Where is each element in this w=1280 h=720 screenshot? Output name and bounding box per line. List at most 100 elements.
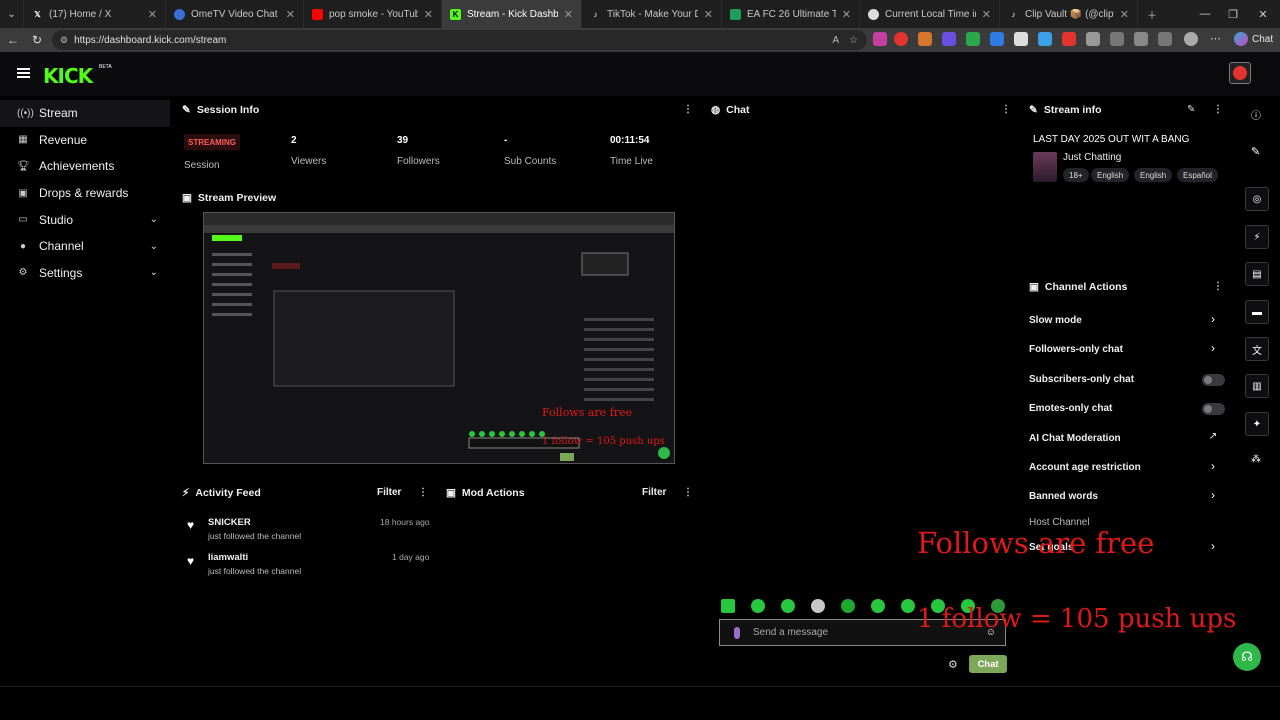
emote-icon[interactable]	[901, 599, 915, 613]
extension-icon[interactable]	[873, 32, 887, 46]
browser-tab-active[interactable]: K Stream - Kick Dashboard ✕	[442, 0, 582, 28]
browser-tab[interactable]: ♪ Clip Vault 📦 (@clipvaultw) ✕	[1000, 0, 1138, 28]
extension-icon[interactable]	[990, 32, 1004, 46]
back-button[interactable]: ←	[2, 29, 24, 51]
extension-icon[interactable]	[942, 32, 956, 46]
sidebar-item-settings[interactable]: ⚙ Settings ⌄	[0, 260, 170, 287]
split-screen-icon[interactable]	[1110, 32, 1124, 46]
extension-icon[interactable]	[1038, 32, 1052, 46]
stream-preview-video[interactable]: Follows are free 1 follow = 105 push ups	[203, 212, 675, 464]
stream-info-more-icon[interactable]: ⋮	[1213, 104, 1223, 115]
chevron-right-icon[interactable]: ›	[1200, 539, 1226, 553]
chevron-right-icon[interactable]: ›	[1200, 312, 1226, 326]
bookmark-star-icon[interactable]: ☆	[849, 35, 858, 46]
favorites-icon[interactable]	[1134, 32, 1148, 46]
browser-tab[interactable]: Current Local Time in New Y ✕	[860, 0, 1000, 28]
lightning-icon[interactable]: ⚡︎	[1245, 225, 1269, 249]
ublock-icon[interactable]	[894, 32, 908, 46]
action-followers-only[interactable]: Followers-only chat	[1029, 344, 1123, 355]
emote-icon[interactable]	[811, 599, 825, 613]
category-name[interactable]: Just Chatting	[1063, 152, 1121, 163]
action-banned-words[interactable]: Banned words	[1029, 491, 1098, 502]
site-info-icon[interactable]: ⚙	[60, 35, 68, 46]
chat-more-icon[interactable]: ⋮	[1001, 104, 1011, 115]
kick-logo[interactable]: KICK	[43, 64, 93, 88]
extensions-puzzle-icon[interactable]	[1086, 32, 1100, 46]
feed-item-name[interactable]: SNICKER	[208, 517, 251, 528]
sidebar-item-achievements[interactable]: 🏆︎ Achievements	[0, 153, 170, 180]
subscribers-only-toggle[interactable]	[1202, 374, 1225, 386]
action-account-age[interactable]: Account age restriction	[1029, 462, 1141, 473]
close-icon[interactable]: ✕	[424, 8, 433, 21]
close-icon[interactable]: ✕	[982, 8, 991, 21]
extension-icon[interactable]	[1014, 32, 1028, 46]
extension-icon[interactable]	[918, 32, 932, 46]
browser-tab[interactable]: OmeTV Video Chat — C ✕	[166, 0, 304, 28]
close-icon[interactable]: ✕	[148, 8, 157, 21]
chat-settings-gear-icon[interactable]: ⚙	[948, 658, 958, 671]
mod-more-icon[interactable]: ⋮	[683, 487, 693, 498]
sidebar-item-stream[interactable]: ((•)) Stream	[0, 100, 170, 127]
browser-tab[interactable]: pop smoke - YouTube ✕	[304, 0, 442, 28]
info-icon[interactable]: ⓘ	[1251, 107, 1261, 122]
sidebar-item-revenue[interactable]: ▦ Revenue	[0, 127, 170, 154]
document-icon[interactable]: ▤	[1245, 262, 1269, 286]
layout-icon[interactable]: ▥	[1245, 374, 1269, 398]
chat-send-button[interactable]: Chat	[969, 655, 1007, 673]
read-aloud-icon[interactable]: A	[832, 35, 839, 46]
close-icon[interactable]: ✕	[842, 8, 851, 21]
session-more-icon[interactable]: ⋮	[683, 104, 693, 115]
copilot-chat-button[interactable]: Chat	[1234, 32, 1273, 46]
chat-bubble-icon[interactable]: ▬	[1245, 300, 1269, 324]
channel-actions-more-icon[interactable]: ⋮	[1213, 281, 1223, 292]
chevron-right-icon[interactable]: ›	[1200, 459, 1226, 473]
external-link-icon[interactable]: ↗	[1200, 431, 1226, 442]
edit-pencil-icon[interactable]: ✎	[1187, 104, 1195, 115]
emote-icon[interactable]	[841, 599, 855, 613]
pencil-icon[interactable]: ✎	[1251, 145, 1260, 158]
reload-button[interactable]: ↻	[26, 29, 48, 51]
translate-icon[interactable]: 文	[1245, 337, 1269, 361]
close-icon[interactable]: ✕	[286, 8, 295, 21]
close-icon[interactable]: ✕	[1120, 8, 1129, 21]
collections-icon[interactable]	[1158, 32, 1172, 46]
sidebar-item-studio[interactable]: ▭ Studio ⌄	[0, 206, 170, 233]
close-icon[interactable]: ✕	[564, 8, 573, 21]
browser-tab[interactable]: ♪ TikTok - Make Your Day ✕	[582, 0, 722, 28]
action-slow-mode[interactable]: Slow mode	[1029, 315, 1082, 326]
menu-icon[interactable]	[17, 68, 30, 78]
camera-focus-icon[interactable]: ◎	[1245, 187, 1269, 211]
mod-filter-button[interactable]: Filter	[642, 487, 666, 498]
feed-item-name[interactable]: liamwalti	[208, 552, 248, 563]
emote-icon[interactable]	[781, 599, 795, 613]
more-options-icon[interactable]: ⋯	[1210, 32, 1221, 45]
window-close-button[interactable]: ✕	[1249, 0, 1277, 28]
sidebar-item-drops[interactable]: ▣ Drops & rewards	[0, 180, 170, 207]
chevron-right-icon[interactable]: ›	[1200, 488, 1226, 502]
tab-search-button[interactable]: ⌄	[0, 0, 24, 28]
chevron-right-icon[interactable]: ›	[1200, 341, 1226, 355]
emote-icon[interactable]	[721, 599, 735, 613]
new-tab-button[interactable]: ＋	[1138, 0, 1166, 28]
user-avatar[interactable]	[1229, 62, 1251, 84]
close-icon[interactable]: ✕	[704, 8, 713, 21]
tiktok-icon: ♪	[1011, 9, 1016, 19]
emote-icon[interactable]	[871, 599, 885, 613]
extension-icon[interactable]	[1062, 32, 1076, 46]
maximize-button[interactable]: ❐	[1219, 0, 1247, 28]
minimize-button[interactable]: —	[1191, 0, 1219, 28]
emote-icon[interactable]	[751, 599, 765, 613]
sidebar-item-channel[interactable]: ● Channel ⌄	[0, 233, 170, 260]
wrench-icon[interactable]: ✦	[1245, 412, 1269, 436]
browser-tab[interactable]: EA FC 26 Ultimate Team Pric ✕	[722, 0, 860, 28]
support-headset-icon[interactable]: ☊	[1233, 643, 1261, 671]
url-field[interactable]: ⚙ https://dashboard.kick.com/stream A ☆	[52, 30, 867, 50]
emotes-only-toggle[interactable]	[1202, 403, 1225, 415]
community-icon[interactable]: ⁂	[1251, 454, 1261, 465]
activity-filter-button[interactable]: Filter	[377, 487, 401, 498]
activity-more-icon[interactable]: ⋮	[418, 487, 428, 498]
browser-tab[interactable]: 𝕏 (17) Home / X ✕	[24, 0, 166, 28]
extension-icon[interactable]	[966, 32, 980, 46]
action-ai-moderation[interactable]: AI Chat Moderation	[1029, 433, 1121, 444]
profile-icon[interactable]	[1184, 32, 1198, 46]
